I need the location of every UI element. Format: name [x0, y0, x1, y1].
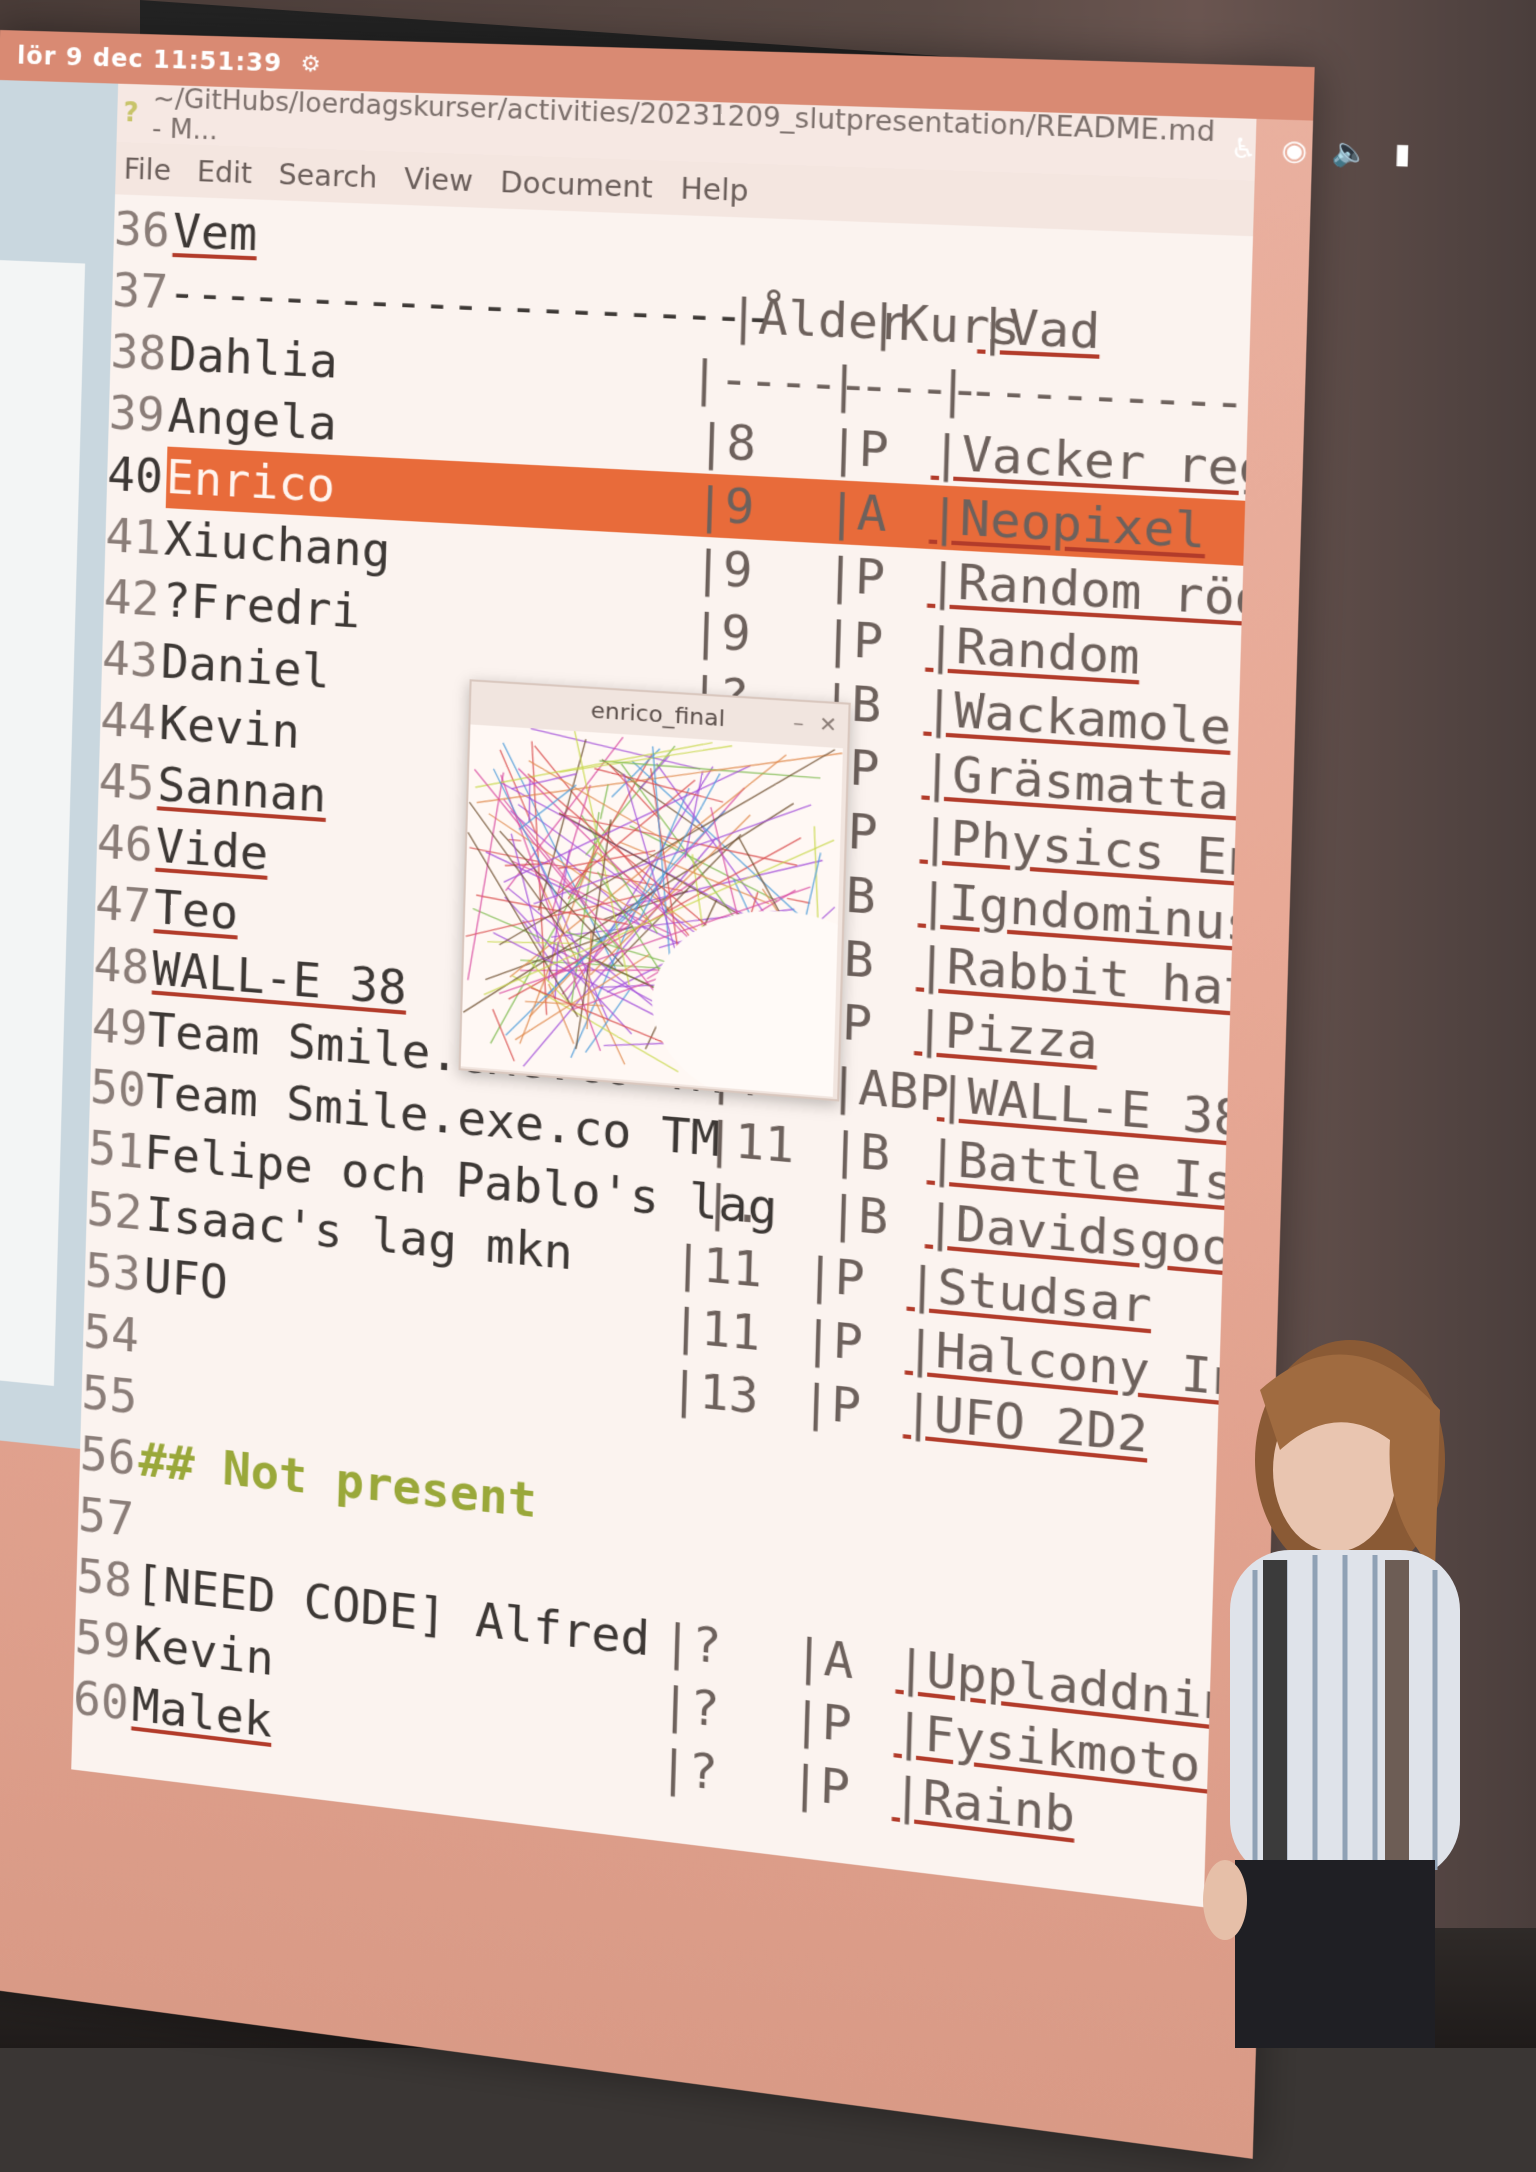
wifi-icon[interactable]: ◉	[1281, 135, 1308, 168]
battery-icon[interactable]: ▮	[1394, 138, 1411, 171]
line-number: 49	[91, 997, 149, 1057]
line-number: 60	[72, 1670, 130, 1731]
kurs-cell	[795, 1560, 899, 1635]
kurs-cell: |P	[800, 1372, 862, 1436]
menu-view[interactable]: View	[404, 162, 474, 198]
line-number: 39	[108, 385, 166, 443]
line-number: 36	[113, 201, 171, 258]
line-number: 40	[106, 443, 168, 509]
line-number: 37	[111, 262, 169, 320]
line-number: 52	[86, 1181, 144, 1241]
vad-cell: |Vad	[977, 297, 1102, 360]
line-number: 50	[89, 1058, 147, 1118]
kurs-cell	[833, 225, 938, 293]
minimize-icon[interactable]: –	[793, 710, 804, 736]
age-cell	[701, 220, 835, 289]
age-cell: |9	[694, 476, 756, 536]
line-number: 56	[79, 1425, 137, 1486]
age-cell: |9	[690, 602, 752, 663]
menu-search[interactable]: Search	[278, 157, 378, 194]
status-icons: ♿ ◉ 🔈 ▮	[1230, 133, 1411, 171]
kurs-cell: |----	[828, 355, 981, 419]
clock: lör 9 dec 11:51:39	[16, 41, 283, 78]
generative-art-canvas	[460, 724, 843, 1097]
line-number: 53	[84, 1242, 142, 1302]
projection-screen: lör 9 dec 11:51:39 ⚙ ? ~/GitHubs/loerdag…	[0, 30, 1411, 2159]
volume-icon[interactable]: 🔈	[1332, 136, 1370, 169]
settings-icon[interactable]: ⚙	[300, 51, 321, 77]
line-number: 57	[77, 1486, 135, 1548]
kurs-cell: |ABP	[827, 1056, 950, 1124]
left-window-content	[0, 259, 86, 1386]
menu-help[interactable]: Help	[680, 171, 749, 208]
kurs-cell	[798, 1433, 902, 1507]
close-icon[interactable]: ✕	[819, 711, 838, 737]
menu-document[interactable]: Document	[500, 165, 654, 204]
kurs-cell: |P	[822, 610, 885, 671]
presenter-child	[1203, 1340, 1460, 2048]
age-cell: |9	[692, 539, 754, 599]
line-number: 48	[92, 936, 150, 996]
popup-title: enrico_final	[590, 697, 726, 732]
age-cell: |8	[696, 413, 757, 472]
kurs-cell	[797, 1497, 901, 1571]
kurs-cell: |B	[829, 1120, 892, 1183]
age-cell: |11	[704, 1110, 796, 1174]
age-cell: |.	[702, 1173, 764, 1235]
line-number: 45	[98, 752, 156, 812]
line-number: 43	[101, 630, 159, 689]
line-number: 42	[103, 569, 161, 627]
kurs-cell: |A	[826, 482, 888, 543]
line-number: 38	[109, 323, 168, 381]
line-number: 58	[75, 1548, 133, 1609]
line-number: 44	[99, 691, 157, 750]
text-editor-window: ? ~/GitHubs/loerdagskurser/activities/20…	[71, 83, 1411, 1908]
kurs-cell: |Kurs	[867, 293, 1022, 357]
kurs-cell: |P	[789, 1753, 851, 1817]
kurs-cell: |P	[827, 419, 890, 479]
menu-edit[interactable]: Edit	[197, 154, 253, 189]
kurs-cell: |P	[802, 1309, 864, 1372]
line-number: 46	[96, 814, 154, 873]
line-number: 55	[80, 1364, 138, 1425]
accessibility-icon[interactable]: ♿	[1230, 133, 1257, 166]
line-number: 41	[104, 507, 162, 566]
kurs-cell: |P	[804, 1245, 866, 1308]
age-cell: |Ålder	[727, 287, 909, 352]
kurs-cell: |P	[824, 546, 886, 607]
line-number: 59	[74, 1609, 132, 1670]
kurs-cell: |P	[791, 1690, 853, 1754]
line-number: 54	[82, 1303, 140, 1364]
editor-app-icon: ?	[122, 97, 139, 129]
enrico-final-window[interactable]: enrico_final – ✕	[458, 679, 851, 1102]
line-number: 47	[94, 875, 152, 934]
line-number: 51	[87, 1120, 145, 1180]
menu-file[interactable]: File	[123, 152, 171, 187]
kurs-cell: |A	[793, 1626, 855, 1690]
age-cell: |-----	[688, 349, 870, 414]
kurs-cell: |B	[827, 1184, 890, 1246]
